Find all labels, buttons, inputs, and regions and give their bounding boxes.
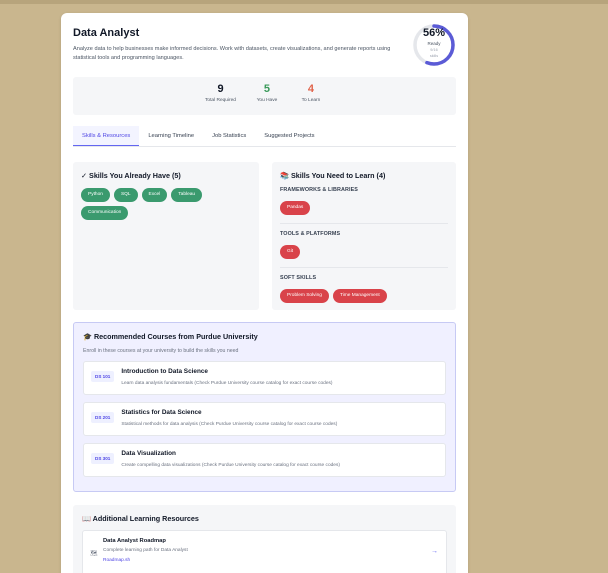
skill-chip[interactable]: Git xyxy=(280,245,301,259)
page-description: Analyze data to help businesses make inf… xyxy=(73,46,391,61)
recommended-courses: 🎓 Recommended Courses from Purdue Univer… xyxy=(73,322,456,492)
skill-chip[interactable]: Excel xyxy=(141,188,168,202)
resource-link[interactable]: Roadmap.sh xyxy=(103,558,438,563)
category-label: TOOLS & PLATFORMS xyxy=(280,231,341,237)
course-item[interactable]: DS 101 Introduction to Data Science Lear… xyxy=(83,361,446,395)
stats-bar: 9 Total Required 5 You Have 4 To Learn xyxy=(73,77,456,115)
resource-desc: Complete learning path for Data Analyst xyxy=(103,548,188,553)
readiness-percent: 56% xyxy=(422,27,446,39)
readiness-count: 9/16 xyxy=(430,48,438,52)
course-name: Data Visualization xyxy=(121,450,176,457)
top-bar xyxy=(0,0,608,4)
stat-have: 5 You Have xyxy=(254,83,280,115)
tab-suggested-projects[interactable]: Suggested Projects xyxy=(255,126,323,146)
resource-name: Data Analyst Roadmap xyxy=(103,538,166,544)
category-label: FRAMEWORKS & LIBRARIES xyxy=(280,187,358,193)
skills-have-list: Python SQL Excel Tableau Communication xyxy=(81,188,251,220)
course-desc: Statistical methods for data analysis (C… xyxy=(121,422,338,427)
course-code: DS 301 xyxy=(91,453,115,464)
skills-learn-panel: 📚 Skills You Need to Learn (4) FRAMEWORK… xyxy=(272,162,456,310)
resource-item[interactable]: 🗺 Data Analyst Roadmap Complete learning… xyxy=(82,530,447,573)
stat-value: 5 xyxy=(263,83,271,95)
skill-chip[interactable]: Time Management xyxy=(332,289,387,303)
skills-have-panel: ✓ Skills You Already Have (5) Python SQL… xyxy=(73,162,259,310)
skill-chip[interactable]: SQL xyxy=(113,188,138,202)
tab-learning-timeline[interactable]: Learning Timeline xyxy=(139,126,203,146)
skills-columns: ✓ Skills You Already Have (5) Python SQL… xyxy=(73,162,456,310)
divider xyxy=(280,267,448,268)
courses-subtitle: Enroll in these courses at your universi… xyxy=(83,348,239,354)
page-title: Data Analyst xyxy=(73,27,140,39)
skill-chip[interactable]: Tableau xyxy=(171,188,203,202)
course-name: Statistics for Data Science xyxy=(121,409,202,416)
readiness-ring: 56% Ready 9/16 skills xyxy=(412,23,456,67)
skill-chip[interactable]: Communication xyxy=(81,206,129,220)
category-skills: Problem Solving Time Management xyxy=(280,289,448,303)
tab-skills-resources[interactable]: Skills & Resources xyxy=(73,126,140,146)
skills-have-title: ✓ Skills You Already Have (5) xyxy=(81,171,181,180)
readiness-unit: skills xyxy=(429,54,439,58)
skill-chip[interactable]: Problem Solving xyxy=(280,289,329,303)
stat-value: 9 xyxy=(217,83,224,95)
category-skills: Pandas xyxy=(280,201,448,215)
course-code: DS 201 xyxy=(91,412,115,423)
stat-value: 4 xyxy=(307,83,315,95)
career-card: Data Analyst Analyze data to help busine… xyxy=(61,13,468,573)
tab-bar: Skills & Resources Learning Timeline Job… xyxy=(73,126,456,147)
course-desc: Create compelling data visualizations (C… xyxy=(121,463,340,468)
divider xyxy=(280,223,448,224)
course-name: Introduction to Data Science xyxy=(121,368,208,375)
courses-title: 🎓 Recommended Courses from Purdue Univer… xyxy=(83,332,258,341)
category-skills: Git xyxy=(280,245,448,259)
skill-chip[interactable]: Python xyxy=(81,188,110,202)
category-label: SOFT SKILLS xyxy=(280,275,317,281)
stat-label: You Have xyxy=(256,98,278,103)
arrow-right-icon[interactable]: → xyxy=(431,548,438,555)
stat-label: To Learn xyxy=(301,98,321,103)
readiness-label: Ready xyxy=(427,41,441,46)
stat-total: 9 Total Required xyxy=(205,83,236,115)
course-item[interactable]: DS 301 Data Visualization Create compell… xyxy=(83,443,446,477)
additional-resources: 📖 Additional Learning Resources 🗺 Data A… xyxy=(73,505,456,573)
resources-title: 📖 Additional Learning Resources xyxy=(82,514,199,523)
stat-label: Total Required xyxy=(205,98,236,103)
course-code: DS 101 xyxy=(91,371,115,382)
stat-learn: 4 To Learn xyxy=(298,83,324,115)
course-desc: Learn data analysis fundamentals (Check … xyxy=(121,381,333,386)
map-icon: 🗺 xyxy=(90,551,98,557)
course-item[interactable]: DS 201 Statistics for Data Science Stati… xyxy=(83,402,446,436)
tab-job-statistics[interactable]: Job Statistics xyxy=(203,126,255,146)
skill-chip[interactable]: Pandas xyxy=(280,201,311,215)
skills-learn-title: 📚 Skills You Need to Learn (4) xyxy=(280,171,386,180)
